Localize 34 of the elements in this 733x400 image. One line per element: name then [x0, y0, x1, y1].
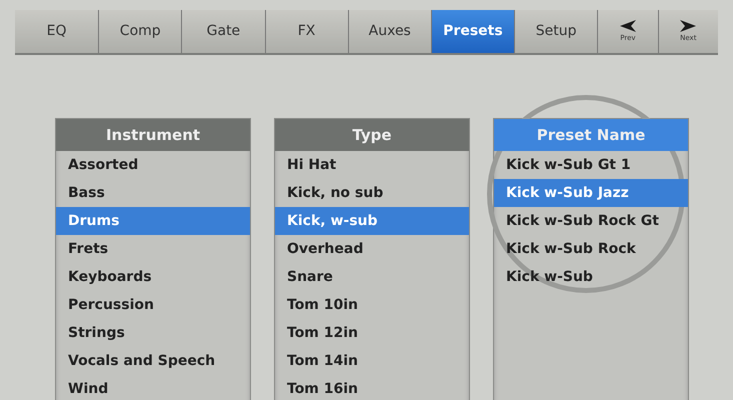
column-header: Preset Name — [494, 119, 688, 151]
tab[interactable]: Comp — [98, 10, 182, 53]
list-item[interactable]: Kick w-Sub — [494, 263, 688, 291]
tab[interactable]: Gate — [181, 10, 264, 53]
list-item[interactable]: Drums — [56, 207, 250, 235]
list-item[interactable]: Kick w-Sub Rock Gt — [494, 207, 688, 235]
right-arrow-icon — [678, 19, 698, 34]
list-item[interactable]: Kick, w-sub — [275, 207, 469, 235]
list-item[interactable]: Strings — [56, 319, 250, 347]
list-item[interactable]: Wind — [56, 375, 250, 400]
list-item[interactable]: Percussion — [56, 291, 250, 319]
tab[interactable]: Setup — [514, 10, 598, 53]
list-item[interactable]: Kick w-Sub Jazz — [494, 179, 688, 207]
list-item[interactable]: Vocals and Speech — [56, 347, 250, 375]
tab[interactable]: EQ — [15, 10, 98, 53]
tab[interactable]: Presets — [430, 10, 514, 53]
list-item[interactable]: Kick, no sub — [275, 179, 469, 207]
column-header: Type — [275, 119, 469, 151]
column-header: Instrument — [56, 119, 250, 151]
left-arrow-icon — [618, 19, 638, 34]
list-item[interactable]: Snare — [275, 263, 469, 291]
list-item[interactable]: Tom 14in — [275, 347, 469, 375]
list-item[interactable]: Bass — [56, 179, 250, 207]
list-item[interactable]: Tom 10in — [275, 291, 469, 319]
list-item[interactable]: Frets — [56, 235, 250, 263]
list-item[interactable]: Assorted — [56, 151, 250, 179]
list-item[interactable]: Hi Hat — [275, 151, 469, 179]
list-item[interactable]: Kick w-Sub Gt 1 — [494, 151, 688, 179]
list-item[interactable]: Kick w-Sub Rock — [494, 235, 688, 263]
list-item[interactable]: Tom 16in — [275, 375, 469, 400]
list-item[interactable]: Overhead — [275, 235, 469, 263]
list-item[interactable]: Tom 12in — [275, 319, 469, 347]
tab[interactable]: FX — [264, 10, 348, 53]
list-item[interactable]: Keyboards — [56, 263, 250, 291]
